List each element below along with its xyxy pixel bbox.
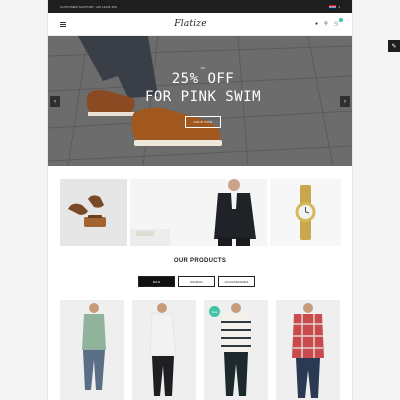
tab-man[interactable]: MAN [138,276,175,287]
chevron-down-icon: ▾ [338,4,340,9]
category-banner-suits[interactable] [130,179,267,246]
tab-accessories[interactable]: ACCESSORIES [218,276,255,287]
product-card[interactable]: New [204,300,268,400]
support-text: CUSTOMER SUPPORT: +86 12345 456 [60,4,117,9]
product-grid: New [60,300,341,400]
shoes-image [68,195,106,227]
page-border-right [352,0,353,400]
hero-slider: SS 25% OFF FOR PINK SWIM SHOP NOW ‹ › [48,36,352,166]
category-banner-shoes[interactable] [60,179,127,246]
menu-icon[interactable] [60,21,66,27]
shop-now-button[interactable]: SHOP NOW [185,116,221,128]
cart-icon[interactable]: 🛒 [334,18,343,27]
product-card[interactable] [276,300,340,400]
hero-headline-2: FOR PINK SWIM [144,89,262,105]
store-page: CUSTOMER SUPPORT: +86 12345 456 ▾ Flatiz… [48,0,352,400]
header: Flatize ● ⚲ 🛒 [48,13,352,36]
cart-count-badge [338,18,343,22]
product-image [82,303,106,390]
hero-small-label: SS [200,66,206,70]
product-image [292,303,324,398]
user-icon[interactable]: ● [315,21,318,27]
product-tabs: MAN WOMAN ACCESSORIES [138,276,255,287]
category-banners [60,179,341,246]
flag-icon [329,4,337,9]
category-banner-watches[interactable] [270,179,341,246]
product-card[interactable] [60,300,124,400]
tab-woman[interactable]: WOMAN [178,276,215,287]
search-icon[interactable]: ⚲ [324,21,328,27]
watch-image [295,185,316,240]
hero-headline-1: 25% OFF [171,71,235,87]
suit-man-image [130,179,256,246]
new-badge: New [209,306,220,317]
slider-prev-button[interactable]: ‹ [50,96,60,107]
edit-pencil-icon[interactable]: ✎ [388,40,400,52]
hero-caption: SS 25% OFF FOR PINK SWIM SHOP NOW [128,66,278,128]
slider-next-button[interactable]: › [340,96,350,107]
top-bar: CUSTOMER SUPPORT: +86 12345 456 ▾ [48,0,352,13]
section-title: OUR PRODUCTS [173,258,227,264]
product-card[interactable] [132,300,196,400]
header-icons: ● ⚲ 🛒 [315,18,343,27]
product-image [149,303,177,396]
language-selector[interactable]: ▾ [329,4,340,9]
logo[interactable]: Flatize [174,19,206,29]
